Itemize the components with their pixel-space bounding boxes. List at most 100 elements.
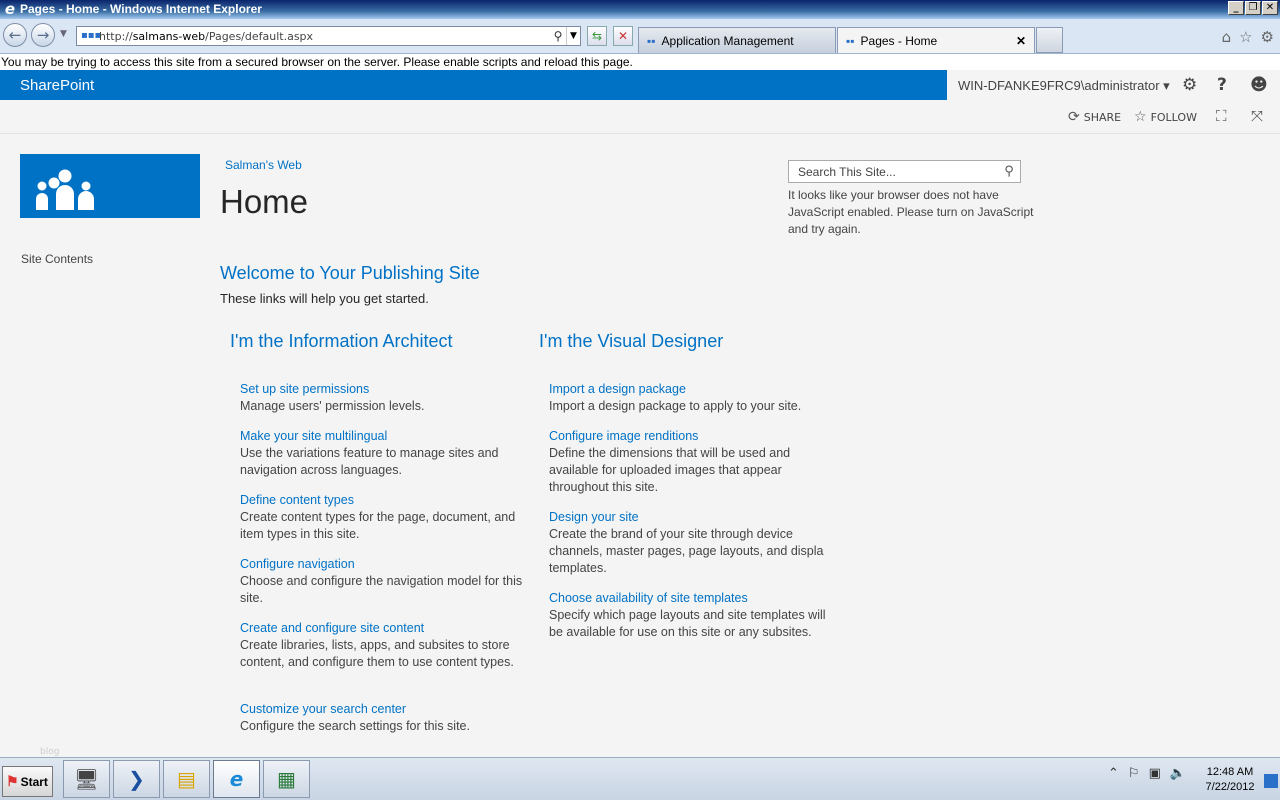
home-icon[interactable]: ⌂ [1222, 28, 1232, 46]
star-icon: ☆ [1134, 109, 1147, 125]
link-description: Import a design package to apply to your… [549, 399, 802, 413]
address-url[interactable]: http://salmans-web/Pages/default.aspx [99, 30, 550, 43]
windows-taskbar: ⚑ Start 🖥 ❯ ▤ e ▦ ⌃ ⚐ ▣ 🔈 12:48 AM 7/22/… [0, 757, 1280, 800]
list-item: Set up site permissions Manage users' pe… [240, 381, 525, 415]
link-description: Define the dimensions that will be used … [549, 446, 791, 494]
link-description: Manage users' permission levels. [240, 399, 425, 413]
javascript-disabled-note: It looks like your browser does not have… [788, 188, 1034, 236]
configure-navigation-link[interactable]: Configure navigation [240, 556, 525, 573]
link-description: Create libraries, lists, apps, and subsi… [240, 638, 514, 669]
powershell-icon: ❯ [128, 767, 145, 791]
close-tab-button[interactable]: ✕ [1016, 34, 1026, 48]
volume-muted-icon[interactable]: 🔈 [1170, 766, 1186, 781]
explorer-taskbar-button[interactable]: ▤ [163, 760, 210, 798]
choose-site-templates-link[interactable]: Choose availability of site templates [549, 590, 834, 607]
share-button[interactable]: ⟳ SHARE [1068, 109, 1121, 125]
close-window-button[interactable]: ✕ [1262, 1, 1278, 15]
system-clock[interactable]: 12:48 AM 7/22/2012 [1198, 765, 1262, 795]
stop-button[interactable]: ✕ [613, 26, 633, 46]
list-item: Configure navigation Choose and configur… [240, 556, 525, 607]
smiley-feedback-icon[interactable]: ☻ [1250, 75, 1268, 95]
favorites-star-icon[interactable]: ☆ [1239, 28, 1252, 46]
search-input[interactable] [789, 164, 998, 179]
network-icon[interactable]: ▣ [1149, 766, 1161, 781]
address-dropdown-icon[interactable]: ▼ [566, 27, 580, 45]
action-center-flag-icon[interactable]: ⚐ [1128, 766, 1140, 781]
information-architect-heading: I'm the Information Architect [230, 331, 453, 351]
full-screen-icon[interactable]: ⤧ [1251, 107, 1263, 125]
show-hidden-icons-chevron-icon[interactable]: ⌃ [1108, 766, 1119, 781]
stop-icon: ✕ [617, 29, 629, 43]
make-site-multilingual-link[interactable]: Make your site multilingual [240, 428, 525, 445]
back-button[interactable]: ← [3, 23, 27, 47]
tab-pages-home[interactable]: ▪▪ Pages - Home ✕ [837, 27, 1035, 53]
clock-date: 7/22/2012 [1205, 781, 1255, 793]
powershell-taskbar-button[interactable]: ❯ [113, 760, 160, 798]
start-button[interactable]: ⚑ Start [2, 766, 53, 797]
share-icon: ⟳ [1068, 109, 1080, 125]
internet-explorer-taskbar-button[interactable]: e [213, 760, 260, 798]
create-configure-site-content-link[interactable]: Create and configure site content [240, 620, 525, 637]
configure-image-renditions-link[interactable]: Configure image renditions [549, 428, 834, 445]
quick-launch-site-contents[interactable]: Site Contents [21, 252, 93, 266]
minimize-button[interactable]: _ [1228, 1, 1244, 15]
link-description: Create the brand of your site through de… [549, 527, 824, 575]
import-design-package-link[interactable]: Import a design package [549, 381, 834, 398]
list-item: Create and configure site content Create… [240, 620, 525, 671]
page-content: Salman's Web Home Site Contents ⚲ It loo… [0, 135, 1280, 757]
list-item: Define content types Create content type… [240, 492, 525, 543]
list-item: Design your site Create the brand of you… [549, 509, 834, 577]
sharepoint-brand-link[interactable]: SharePoint [20, 77, 94, 94]
history-dropdown-icon[interactable]: ▼ [60, 29, 67, 39]
site-search-box[interactable]: ⚲ [788, 160, 1021, 183]
link-description: Specify which page layouts and site temp… [549, 608, 826, 639]
welcome-subtitle: These links will help you get started. [220, 291, 429, 306]
show-desktop-button[interactable] [1264, 774, 1278, 788]
sharepoint-config-taskbar-button[interactable]: ▦ [263, 760, 310, 798]
server-manager-taskbar-button[interactable]: 🖥 [63, 760, 110, 798]
link-description: Use the variations feature to manage sit… [240, 446, 499, 477]
follow-button[interactable]: ☆ FOLLOW [1134, 109, 1197, 125]
faint-footer-text: blog [40, 747, 60, 757]
welcome-heading: Welcome to Your Publishing Site [220, 263, 480, 283]
sharepoint-suite-bar: SharePoint [0, 70, 947, 100]
link-description: Create content types for the page, docum… [240, 510, 516, 541]
list-item: Configure image renditions Define the di… [549, 428, 834, 496]
design-your-site-link[interactable]: Design your site [549, 509, 834, 526]
forward-arrow-icon: → [36, 26, 50, 44]
settings-gear-icon[interactable]: ⚙ [1182, 75, 1197, 95]
tab-application-management[interactable]: ▪▪ Application Management [638, 27, 836, 53]
sharepoint-tab-icon: ▪▪ [647, 33, 656, 48]
address-bar[interactable]: ▪▪▪ http://salmans-web/Pages/default.asp… [76, 26, 581, 46]
breadcrumb[interactable]: Salman's Web [225, 158, 302, 172]
user-menu[interactable]: WIN-DFANKE9FRC9\administrator ▾ [958, 78, 1170, 94]
sharepoint-favicon-icon: ▪▪▪ [81, 30, 102, 41]
grid-app-icon: ▦ [277, 767, 296, 791]
restore-button[interactable]: ❐ [1245, 1, 1261, 15]
back-arrow-icon: ← [8, 26, 22, 44]
forward-button[interactable]: → [31, 23, 55, 47]
clock-time: 12:48 AM [1206, 766, 1254, 778]
define-content-types-link[interactable]: Define content types [240, 492, 525, 509]
system-tray: ⌃ ⚐ ▣ 🔈 [1108, 766, 1186, 781]
tools-gear-icon[interactable]: ⚙ [1261, 28, 1274, 46]
search-icon[interactable]: ⚲ [998, 164, 1020, 179]
link-description: Choose and configure the navigation mode… [240, 574, 523, 605]
list-item: Customize your search center Configure t… [240, 701, 525, 735]
chevron-down-icon: ▾ [1163, 78, 1170, 93]
refresh-icon: ⇆ [591, 29, 603, 43]
help-icon[interactable]: ? [1217, 75, 1227, 95]
window-title: Pages - Home - Windows Internet Explorer [20, 2, 262, 16]
list-item: Import a design package Import a design … [549, 381, 834, 415]
site-logo[interactable] [20, 154, 200, 218]
search-icon[interactable]: ⚲ [550, 29, 566, 43]
refresh-button[interactable]: ⇆ [587, 26, 607, 46]
set-up-site-permissions-link[interactable]: Set up site permissions [240, 381, 525, 398]
customize-search-center-link[interactable]: Customize your search center [240, 701, 525, 718]
list-item: Make your site multilingual Use the vari… [240, 428, 525, 479]
ribbon-actions-row: ⟳ SHARE ☆ FOLLOW ⛶ ⤧ [0, 100, 1280, 134]
new-tab-button[interactable] [1036, 27, 1063, 53]
focus-on-content-icon[interactable]: ⛶ [1216, 107, 1227, 125]
people-group-icon [36, 169, 94, 210]
visual-designer-heading: I'm the Visual Designer [539, 331, 724, 351]
